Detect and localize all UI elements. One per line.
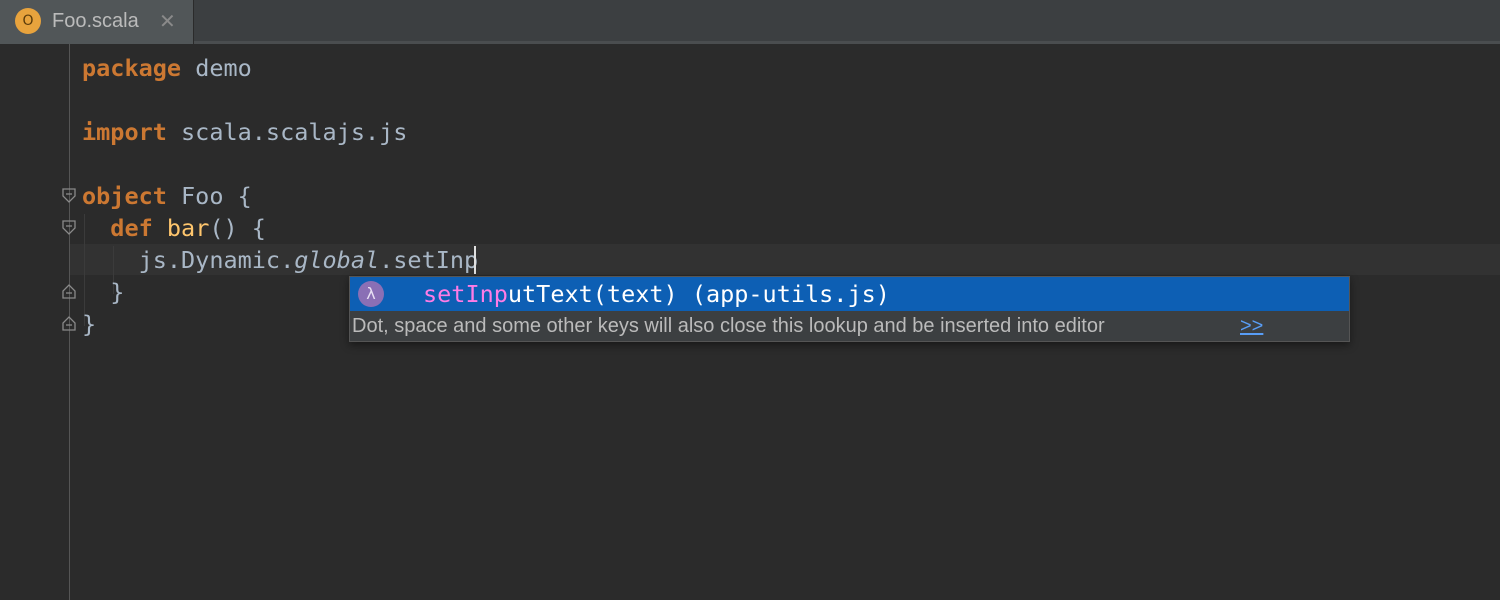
tab-label: Foo.scala — [52, 10, 139, 32]
fold-collapse-icon[interactable] — [61, 219, 77, 237]
keyword-token: import — [82, 118, 167, 146]
code-line[interactable]: } — [82, 276, 124, 308]
code-token: demo — [181, 54, 252, 82]
code-token: () { — [209, 214, 266, 242]
code-token: js.Dynamic. — [82, 246, 295, 274]
code-line[interactable]: package demo — [82, 52, 252, 84]
close-icon[interactable]: ✕ — [159, 9, 176, 33]
code-token: } — [82, 278, 125, 306]
completion-more-link[interactable]: >> — [1240, 313, 1263, 339]
code-token: scala.scalajs.js — [166, 118, 408, 146]
code-line[interactable]: import scala.scalajs.js — [82, 116, 407, 148]
scala-object-file-icon: O — [15, 8, 41, 34]
tab-foo-scala[interactable]: O Foo.scala ✕ — [0, 0, 194, 44]
tab-bar-divider — [194, 41, 1500, 44]
fold-end-icon[interactable] — [61, 282, 77, 300]
code-line[interactable]: def bar() { — [82, 212, 266, 244]
function-name-token: bar — [166, 214, 210, 242]
keyword-token: object — [82, 182, 167, 210]
fold-end-icon[interactable] — [61, 314, 77, 332]
completion-popup[interactable]: λ setInputText(text) (app-utils.js) Dot,… — [349, 276, 1350, 342]
completion-item-text: setInputText(text) (app-utils.js) — [423, 278, 890, 310]
code-line[interactable]: js.Dynamic.global.setInp — [82, 244, 479, 276]
lambda-icon: λ — [358, 281, 384, 307]
code-token: .setInp — [379, 246, 479, 274]
code-line[interactable]: object Foo { — [82, 180, 252, 212]
text-caret — [474, 246, 476, 274]
completion-item-selected[interactable]: λ setInputText(text) (app-utils.js) — [350, 277, 1349, 311]
keyword-token: def — [110, 214, 153, 242]
keyword-token: package — [82, 54, 182, 82]
editor-tab-bar: O Foo.scala ✕ — [0, 0, 1500, 44]
code-line[interactable]: } — [82, 308, 96, 340]
code-token: } — [82, 310, 97, 338]
completion-match-prefix: setInp — [423, 280, 508, 308]
code-token: global — [294, 246, 380, 274]
fold-collapse-icon[interactable] — [61, 187, 77, 205]
completion-item-rest: utText(text) (app-utils.js) — [507, 280, 890, 308]
completion-hint: Dot, space and some other keys will also… — [352, 315, 1105, 337]
code-token: Foo { — [166, 182, 252, 210]
